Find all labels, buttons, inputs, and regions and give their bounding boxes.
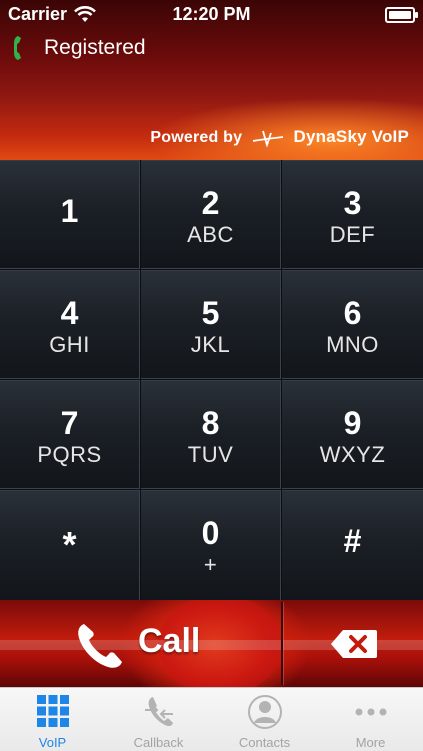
registration-label: Registered xyxy=(44,36,146,59)
key-digit: 2 xyxy=(201,185,220,221)
dial-keypad: 1 2 ABC 3 DEF 4 GHI 5 JKL 6 MNO 7 PQRS 8… xyxy=(0,160,423,600)
tab-callback[interactable]: Callback xyxy=(106,688,211,751)
key-digit: 0 xyxy=(201,515,220,551)
tab-contacts[interactable]: Contacts xyxy=(212,688,317,751)
key-digit: 3 xyxy=(343,185,362,221)
key-1[interactable]: 1 xyxy=(0,160,140,269)
key-letters: JKL xyxy=(190,332,231,357)
key-letters: PQRS xyxy=(37,442,102,467)
key-letters: + xyxy=(203,552,218,577)
key-letters: WXYZ xyxy=(319,442,386,467)
call-label: Call xyxy=(138,622,201,660)
key-digit: * xyxy=(62,524,77,565)
powered-by-text: Powered by xyxy=(150,129,243,146)
brand-name: DynaSky VoIP xyxy=(293,127,409,146)
key-digit: 7 xyxy=(60,405,79,441)
more-dots-icon xyxy=(355,708,386,716)
key-6[interactable]: 6 MNO xyxy=(282,270,423,379)
phone-handset-icon xyxy=(14,36,21,60)
key-3[interactable]: 3 DEF xyxy=(282,160,423,269)
tab-label: VoIP xyxy=(38,735,67,750)
tab-label: Callback xyxy=(133,735,184,750)
powered-by-branding: Powered by DynaSky VoIP xyxy=(150,127,409,147)
key-digit: 1 xyxy=(60,193,79,229)
key-hash[interactable]: # xyxy=(282,490,423,600)
backspace-icon xyxy=(331,630,377,658)
key-digit: 6 xyxy=(343,295,362,331)
battery-icon xyxy=(385,7,418,23)
keypad-grid-icon xyxy=(36,695,69,727)
tab-label: More xyxy=(355,735,386,750)
key-5[interactable]: 5 JKL xyxy=(141,270,281,379)
tab-more[interactable]: More xyxy=(318,688,423,751)
backspace-button[interactable] xyxy=(283,600,423,687)
dynasky-logo-icon xyxy=(252,130,283,147)
tab-label: Contacts xyxy=(238,735,291,750)
key-8[interactable]: 8 TUV xyxy=(141,380,281,489)
tab-bar: VoIP Callback Contacts More xyxy=(0,687,423,751)
key-4[interactable]: 4 GHI xyxy=(0,270,140,379)
key-digit: 4 xyxy=(60,295,79,331)
clock: 12:20 PM xyxy=(172,4,251,24)
header-banner: Carrier 12:20 PM Registered Powered by D… xyxy=(0,0,423,160)
call-action-bar: Call xyxy=(0,600,423,687)
key-star[interactable]: * xyxy=(0,490,140,600)
phone-handset-icon xyxy=(78,624,122,668)
call-button[interactable]: Call xyxy=(0,600,282,687)
key-0[interactable]: 0 + xyxy=(141,490,281,600)
key-digit: 8 xyxy=(201,405,220,441)
contacts-icon xyxy=(247,695,282,729)
key-7[interactable]: 7 PQRS xyxy=(0,380,140,489)
key-digit: # xyxy=(343,523,362,559)
callback-icon xyxy=(144,697,173,727)
key-letters: ABC xyxy=(187,222,234,247)
key-2[interactable]: 2 ABC xyxy=(141,160,281,269)
key-digit: 5 xyxy=(201,295,220,331)
tab-voip[interactable]: VoIP xyxy=(0,688,105,751)
key-letters: TUV xyxy=(187,442,234,467)
key-9[interactable]: 9 WXYZ xyxy=(282,380,423,489)
key-letters: GHI xyxy=(49,332,90,357)
key-letters: MNO xyxy=(326,332,379,357)
key-letters: DEF xyxy=(329,222,376,247)
status-bar: Carrier 12:20 PM xyxy=(0,0,423,28)
key-digit: 9 xyxy=(343,405,362,441)
